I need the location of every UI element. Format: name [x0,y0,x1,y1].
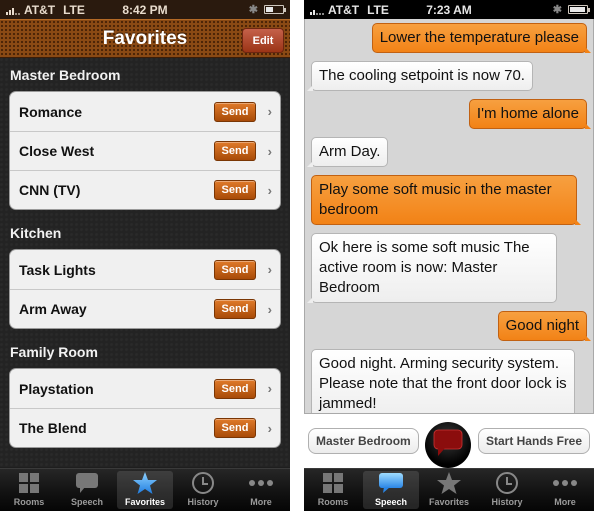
tab-more[interactable]: More [537,471,593,509]
send-button[interactable]: Send [214,141,256,161]
grid-icon [322,471,344,495]
tab-label: Favorites [124,497,166,507]
favorite-row[interactable]: Playstation Send › [10,369,280,408]
favorite-name: Playstation [19,380,94,397]
conversation: Lower the temperature please The cooling… [304,19,594,414]
chevron-right-icon[interactable]: › [256,302,272,317]
tab-history[interactable]: History [175,471,231,509]
send-button[interactable]: Send [214,418,256,438]
chevron-right-icon[interactable]: › [256,421,272,436]
bluetooth-icon: ✱ [248,4,258,16]
signal-icon [6,5,20,15]
chevron-right-icon[interactable]: › [256,381,272,396]
tab-label: More [250,497,272,507]
more-dots-icon [552,471,578,495]
tab-label: History [187,497,219,507]
page-title: Favorites [102,27,188,49]
favorite-row[interactable]: Romance Send › [10,92,280,131]
signal-icon [310,5,324,15]
tab-favorites[interactable]: Favorites [421,471,477,509]
favorites-group: Playstation Send › The Blend Send › [9,368,281,448]
favorite-row[interactable]: CNN (TV) Send › [10,170,280,209]
chevron-right-icon[interactable]: › [256,183,272,198]
clock-icon [495,471,519,495]
system-message: The cooling setpoint is now 70. [307,61,533,91]
favorite-name: Task Lights [19,261,96,278]
favorite-row[interactable]: Close West Send › [10,131,280,170]
tab-bar: Rooms Speech Favorites History More [0,468,290,511]
tab-label: History [491,497,523,507]
nav-bar: Favorites Edit [0,19,290,58]
favorite-row[interactable]: Task Lights Send › [10,250,280,289]
network-label: LTE [367,2,389,17]
user-message: Play some soft music in the master bedro… [311,175,581,225]
battery-icon [568,5,590,14]
tab-label: Favorites [428,497,470,507]
send-button[interactable]: Send [214,299,256,319]
battery-icon [264,5,286,14]
favorites-list: Master Bedroom Romance Send › Close West Se… [0,58,290,467]
user-message: Lower the temperature please [371,23,592,53]
speech-screen: AT&T LTE 7:23 AM ✱ Lower the temperature… [304,0,594,511]
send-button[interactable]: Send [214,180,256,200]
favorite-row[interactable]: The Blend Send › [10,408,280,447]
bluetooth-icon: ✱ [552,4,562,16]
tab-label: Speech [70,497,103,507]
section-title: Family Room [10,343,98,360]
speech-bubble-icon [378,471,404,495]
status-bar: AT&T LTE 8:42 PM ✱ [0,0,290,19]
section-title: Master Bedroom [10,66,121,83]
send-button[interactable]: Send [214,101,256,122]
favorite-name: Close West [19,143,95,159]
favorites-group: Romance Send › Close West Send › CNN (TV) Sen… [9,91,281,210]
system-message: Good night. Arming security system. Plea… [311,349,575,413]
room-selector-button[interactable]: Master Bedroom [308,428,419,454]
favorites-group: Task Lights Send › Arm Away Send › [9,249,281,329]
chevron-right-icon[interactable]: › [256,104,272,119]
hands-free-button[interactable]: Start Hands Free [477,428,590,454]
edit-button[interactable]: Edit [242,28,284,53]
tab-speech[interactable]: Speech [59,471,115,509]
star-icon [436,471,462,495]
tab-label: More [554,497,576,507]
speech-actions: Master Bedroom Start Hands Free [304,414,594,468]
user-message: Good night [497,311,592,341]
favorites-screen: AT&T LTE 8:42 PM ✱ Favorites Edit Master… [0,0,290,511]
chevron-right-icon[interactable]: › [256,262,272,277]
tab-rooms[interactable]: Rooms [305,471,361,509]
tab-speech[interactable]: Speech [363,471,419,509]
favorite-row[interactable]: Arm Away Send › [10,289,280,328]
network-label: LTE [63,2,85,17]
tab-favorites[interactable]: Favorites [117,471,173,509]
star-icon [132,471,158,495]
tab-rooms[interactable]: Rooms [1,471,57,509]
speech-bubble-icon [75,471,99,495]
tab-label: Rooms [13,497,45,507]
clock-icon [191,471,215,495]
favorite-name: Romance [19,103,83,120]
tab-more[interactable]: More [233,471,289,509]
send-button[interactable]: Send [214,259,256,280]
tab-label: Rooms [317,497,349,507]
user-message: I'm home alone [468,99,592,129]
tab-label: Speech [374,497,407,507]
status-bar: AT&T LTE 7:23 AM ✱ [304,0,594,19]
send-button[interactable]: Send [214,378,256,399]
grid-icon [18,471,40,495]
system-message: Ok here is some soft music The active ro… [307,233,557,303]
speak-button[interactable] [425,422,472,468]
tab-bar: Rooms Speech Favorites History More [304,468,594,511]
favorite-name: CNN (TV) [19,182,81,198]
carrier-label: AT&T [328,2,360,17]
favorite-name: Arm Away [19,301,87,317]
speech-bubble-icon [433,429,463,462]
chevron-right-icon[interactable]: › [256,144,272,159]
tab-history[interactable]: History [479,471,535,509]
more-dots-icon [248,471,274,495]
carrier-label: AT&T [24,2,56,17]
favorite-name: The Blend [19,420,87,436]
system-message: Arm Day. [306,137,389,167]
section-title: Kitchen [10,224,62,241]
